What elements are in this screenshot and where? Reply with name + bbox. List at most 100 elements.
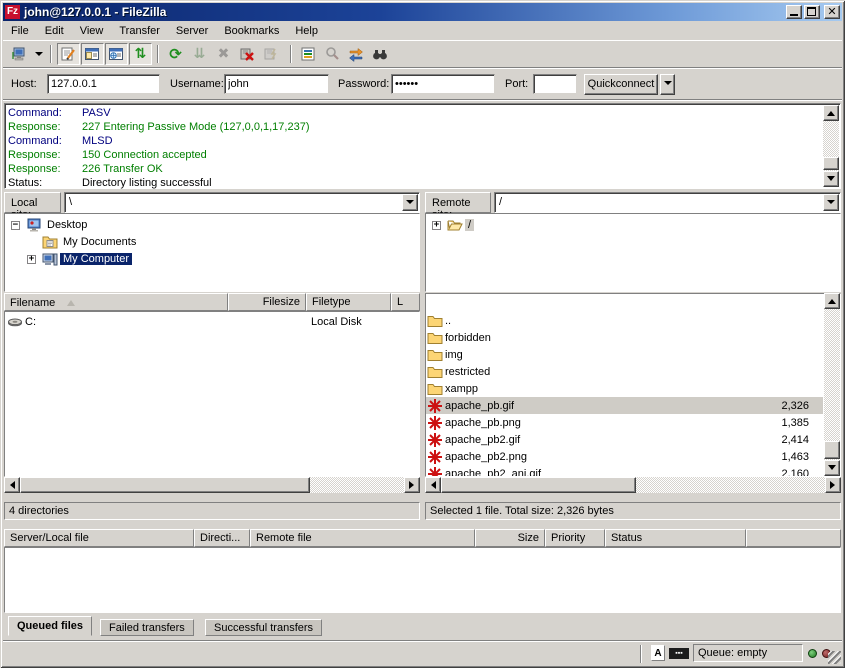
scroll-thumb[interactable] — [823, 157, 839, 170]
sort-ascending-icon — [67, 296, 75, 306]
username-input[interactable] — [225, 75, 328, 93]
local-site-dropdown-button[interactable] — [402, 194, 418, 211]
scroll-left-button[interactable] — [425, 477, 441, 493]
log-vertical-scrollbar[interactable] — [823, 105, 839, 187]
directory-comparison-button[interactable] — [321, 43, 344, 65]
expand-icon[interactable]: + — [27, 255, 36, 264]
file-row-c-drive[interactable]: C: Local Disk — [6, 313, 420, 330]
scroll-up-button[interactable] — [823, 105, 839, 121]
site-manager-dropdown-button[interactable] — [32, 43, 45, 65]
scroll-right-button[interactable] — [825, 477, 841, 493]
tab-failed-transfers[interactable]: Failed transfers — [100, 619, 194, 636]
close-button[interactable]: ✕ — [824, 5, 840, 19]
remote-horizontal-scrollbar[interactable] — [425, 477, 841, 493]
file-row[interactable]: apache_pb2_ani.gif 2,160 — [426, 465, 823, 476]
local-tree-pane[interactable]: − Desktop My Documents + My Computer — [4, 213, 420, 292]
toggle-transfer-queue-button[interactable]: ⇅ — [129, 43, 152, 65]
reconnect-button[interactable] — [260, 43, 283, 65]
local-file-list-body[interactable]: C: Local Disk — [4, 311, 420, 477]
file-row[interactable]: .. — [426, 312, 823, 329]
synchronized-browsing-button[interactable] — [345, 43, 368, 65]
queue-column-remote-file[interactable]: Remote file — [250, 529, 475, 547]
queue-column-direction[interactable]: Directi... — [194, 529, 250, 547]
quickconnect-dropdown-button[interactable] — [660, 74, 675, 95]
resize-grip[interactable] — [828, 651, 841, 664]
local-horizontal-scrollbar[interactable] — [4, 477, 420, 493]
column-header-filesize[interactable]: Filesize — [228, 293, 306, 311]
scroll-down-button[interactable] — [824, 460, 840, 476]
toggle-remote-tree-button[interactable] — [105, 43, 128, 65]
find-files-button[interactable] — [369, 43, 392, 65]
password-input[interactable] — [392, 75, 494, 93]
queue-body[interactable] — [4, 547, 841, 613]
cancel-operation-button[interactable]: ✖ — [212, 43, 235, 65]
remote-vertical-scrollbar[interactable] — [824, 293, 840, 476]
remote-site-combo[interactable]: / — [494, 192, 841, 213]
menu-view[interactable]: View — [72, 22, 112, 40]
speed-limit-indicator-icon[interactable]: ▪▪▪ — [669, 648, 689, 659]
scroll-thumb[interactable] — [20, 477, 310, 493]
column-header-lastmodified[interactable]: L — [391, 293, 420, 311]
open-site-manager-button[interactable] — [8, 43, 31, 65]
menu-bookmarks[interactable]: Bookmarks — [216, 22, 287, 40]
scroll-down-button[interactable] — [823, 171, 839, 187]
statusbar-separator — [640, 645, 642, 663]
queue-column-size[interactable]: Size — [475, 529, 545, 547]
process-queue-button[interactable]: ⇊ — [188, 43, 211, 65]
file-row[interactable]: apache_pb2.gif 2,414 — [426, 431, 823, 448]
maximize-button[interactable] — [804, 5, 820, 19]
refresh-button[interactable]: ⟳ — [164, 43, 187, 65]
host-input[interactable] — [48, 75, 159, 93]
minimize-button[interactable] — [786, 5, 802, 19]
file-row[interactable]: restricted — [426, 363, 823, 380]
queue-column-server-local-file[interactable]: Server/Local file — [4, 529, 194, 547]
title-bar[interactable]: Fz john@127.0.0.1 - FileZilla ✕ — [3, 3, 842, 21]
tree-item-root[interactable]: + / — [432, 217, 474, 233]
directory-listing-filters-button[interactable] — [297, 43, 320, 65]
toggle-message-log-button[interactable] — [57, 43, 80, 65]
menu-transfer[interactable]: Transfer — [111, 22, 168, 40]
tree-item-my-documents[interactable]: My Documents — [41, 234, 139, 250]
toggle-local-tree-button[interactable] — [81, 43, 104, 65]
menu-edit[interactable]: Edit — [37, 22, 72, 40]
column-header-filename[interactable]: Filename — [4, 293, 228, 311]
queue-led-green-icon — [808, 649, 817, 658]
collapse-icon[interactable]: − — [11, 221, 20, 230]
transfer-type-ascii-icon[interactable]: A — [651, 645, 665, 661]
remote-site-dropdown-button[interactable] — [823, 194, 839, 211]
scroll-right-button[interactable] — [404, 477, 420, 493]
remote-tree-pane[interactable]: + / — [425, 213, 841, 292]
scroll-left-button[interactable] — [4, 477, 20, 493]
scroll-thumb[interactable] — [441, 477, 636, 493]
column-header-filetype[interactable]: Filetype — [306, 293, 391, 311]
port-input[interactable] — [534, 75, 576, 93]
scroll-up-button[interactable] — [824, 293, 840, 309]
tree-item-my-computer[interactable]: + My Computer — [27, 251, 132, 267]
local-site-combo[interactable]: \ — [64, 192, 420, 213]
menu-file[interactable]: File — [3, 22, 37, 40]
file-row[interactable]: apache_pb.png 1,385 — [426, 414, 823, 431]
remote-file-list-body[interactable]: .. forbidden img restricted xampp apache… — [426, 312, 823, 476]
log-line-text: PASV — [82, 107, 111, 119]
menu-help[interactable]: Help — [287, 22, 326, 40]
queue-column-priority[interactable]: Priority — [545, 529, 605, 547]
queue-column-empty[interactable] — [746, 529, 841, 547]
tab-successful-transfers[interactable]: Successful transfers — [205, 619, 322, 636]
quickconnect-button[interactable]: Quickconnect — [584, 74, 658, 95]
queue-header: Server/Local file Directi... Remote file… — [4, 529, 841, 547]
expand-icon[interactable]: + — [432, 221, 441, 230]
file-row[interactable]: forbidden — [426, 329, 823, 346]
remote-tree-icon — [108, 46, 124, 62]
file-row[interactable]: xampp — [426, 380, 823, 397]
message-log[interactable]: Command:PASV Response:227 Entering Passi… — [4, 103, 841, 189]
tree-item-desktop[interactable]: − Desktop — [11, 217, 90, 233]
menu-server[interactable]: Server — [168, 22, 216, 40]
file-row[interactable]: img — [426, 346, 823, 363]
queue-column-status[interactable]: Status — [605, 529, 746, 547]
file-row-selected[interactable]: apache_pb.gif 2,326 — [426, 397, 823, 414]
scroll-thumb[interactable] — [824, 441, 840, 459]
file-name: apache_pb2_ani.gif — [445, 468, 541, 477]
disconnect-button[interactable] — [236, 43, 259, 65]
tab-queued-files[interactable]: Queued files — [8, 616, 92, 636]
file-row[interactable]: apache_pb2.png 1,463 — [426, 448, 823, 465]
